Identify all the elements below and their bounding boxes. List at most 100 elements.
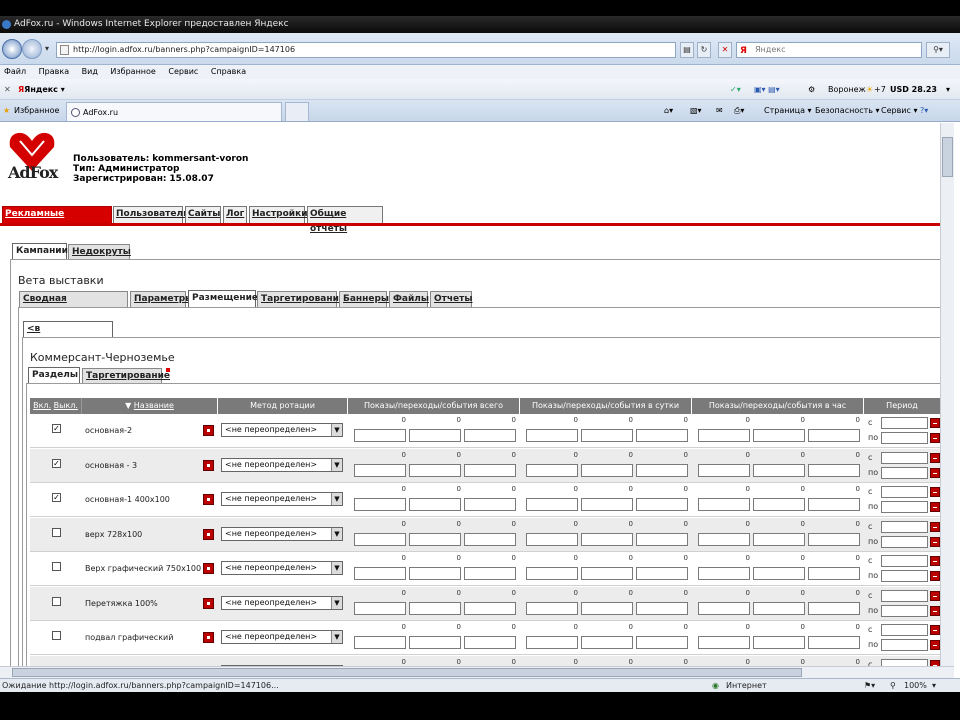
row-delete-icon[interactable]: [203, 494, 214, 505]
page-menu[interactable]: Страница ▾: [764, 100, 812, 122]
row-delete-icon[interactable]: [203, 563, 214, 574]
limit-input[interactable]: [354, 463, 406, 477]
history-dropdown-icon[interactable]: ▾: [40, 42, 54, 58]
menu-tools[interactable]: Сервис: [168, 67, 198, 76]
limit-input[interactable]: [636, 636, 688, 649]
limit-input[interactable]: [636, 429, 688, 442]
horizontal-scroll-thumb[interactable]: [12, 668, 802, 677]
period-from-input[interactable]: [881, 451, 928, 464]
limit-input[interactable]: [808, 498, 860, 511]
menu-edit[interactable]: Правка: [39, 67, 69, 76]
menu-view[interactable]: Вид: [82, 67, 98, 76]
calendar-icon[interactable]: [930, 590, 940, 601]
limit-input[interactable]: [526, 429, 578, 442]
limit-input[interactable]: [753, 429, 805, 442]
calendar-icon[interactable]: [930, 556, 940, 566]
limit-input[interactable]: [808, 429, 860, 442]
limit-input[interactable]: [354, 532, 406, 546]
tab-undershows[interactable]: Недокруты: [68, 244, 131, 260]
tab-reports-campaign[interactable]: Отчеты: [430, 291, 473, 307]
calendar-icon[interactable]: [930, 467, 940, 478]
limit-input[interactable]: [808, 601, 860, 615]
rotation-select[interactable]: <не переопределен> ▼: [221, 595, 343, 610]
new-tab-button[interactable]: [285, 102, 309, 121]
period-to-input[interactable]: [881, 501, 928, 513]
limit-input[interactable]: [581, 567, 633, 580]
limit-input[interactable]: [354, 601, 406, 615]
calendar-icon[interactable]: [930, 433, 940, 443]
search-go-icon[interactable]: ⚲▾: [926, 42, 950, 58]
page-tools-icon[interactable]: ▣▾ ▤▾: [754, 79, 780, 100]
temperature-label[interactable]: +7: [874, 79, 886, 100]
period-to-input[interactable]: [881, 535, 928, 548]
forward-button[interactable]: ›: [22, 39, 42, 59]
limit-input[interactable]: [808, 636, 860, 649]
limit-input[interactable]: [526, 636, 578, 649]
limit-input[interactable]: [636, 498, 688, 511]
period-to-input[interactable]: [881, 604, 928, 617]
limit-input[interactable]: [464, 567, 516, 580]
limit-input[interactable]: [753, 636, 805, 649]
limit-input[interactable]: [581, 601, 633, 615]
limit-input[interactable]: [526, 567, 578, 580]
tab-sections[interactable]: Разделы: [28, 367, 80, 384]
row-checkbox[interactable]: [52, 596, 61, 606]
limit-input[interactable]: [354, 498, 406, 511]
calendar-icon[interactable]: [930, 502, 940, 512]
search-input[interactable]: Я Яндекс: [736, 42, 922, 58]
limit-input[interactable]: [698, 532, 750, 546]
limit-input[interactable]: [464, 636, 516, 649]
calendar-icon[interactable]: [930, 625, 940, 635]
rotation-select[interactable]: <не переопределен> ▼: [221, 423, 343, 437]
vertical-scroll-thumb[interactable]: [942, 137, 953, 177]
row-checkbox[interactable]: ✓: [52, 424, 61, 433]
city-label[interactable]: Воронеж: [828, 79, 866, 100]
limit-input[interactable]: [581, 498, 633, 511]
limit-input[interactable]: [753, 567, 805, 580]
tab-campaigns[interactable]: Рекламные кампании: [2, 206, 112, 234]
limit-input[interactable]: [808, 532, 860, 546]
limit-input[interactable]: [409, 532, 461, 546]
tab-reports[interactable]: Общие отчеты: [307, 206, 383, 234]
limit-input[interactable]: [808, 567, 860, 580]
limit-input[interactable]: [581, 429, 633, 442]
tab-placement-targeting[interactable]: Таргетирование: [82, 368, 170, 384]
row-checkbox[interactable]: [52, 631, 61, 640]
zoom-dropdown-icon[interactable]: ▾: [932, 679, 936, 692]
limit-input[interactable]: [636, 532, 688, 546]
limit-input[interactable]: [753, 532, 805, 546]
menu-help[interactable]: Справка: [211, 67, 246, 76]
limit-input[interactable]: [464, 601, 516, 615]
yandex-more-icon[interactable]: ▾: [946, 79, 950, 100]
limit-input[interactable]: [409, 429, 461, 442]
limit-input[interactable]: [526, 601, 578, 615]
period-to-input[interactable]: [881, 570, 928, 582]
limit-input[interactable]: [464, 429, 516, 442]
period-to-input[interactable]: [881, 639, 928, 651]
calendar-icon[interactable]: [930, 536, 940, 547]
limit-input[interactable]: [464, 498, 516, 511]
limit-input[interactable]: [753, 463, 805, 477]
print-icon[interactable]: ⎙▾: [734, 100, 744, 122]
calendar-icon[interactable]: [930, 640, 940, 650]
limit-input[interactable]: [354, 567, 406, 580]
calendar-icon[interactable]: [930, 487, 940, 497]
calendar-icon[interactable]: [930, 452, 940, 463]
back-button[interactable]: ‹: [2, 39, 22, 59]
protected-mode-icon[interactable]: ⚑▾: [864, 679, 875, 692]
limit-input[interactable]: [581, 532, 633, 546]
tab-summary[interactable]: Сводная информация: [19, 291, 128, 318]
tab-placement[interactable]: Размещение: [188, 290, 258, 307]
tab-parameters[interactable]: Параметры: [130, 291, 193, 307]
limit-input[interactable]: [464, 463, 516, 477]
limit-input[interactable]: [698, 636, 750, 649]
limit-input[interactable]: [698, 498, 750, 511]
stop-icon[interactable]: ✕: [718, 42, 732, 58]
limit-input[interactable]: [753, 601, 805, 615]
home-icon[interactable]: ⌂▾: [664, 100, 673, 122]
tab-banners[interactable]: Баннеры: [339, 291, 389, 307]
limit-input[interactable]: [636, 601, 688, 615]
help-icon[interactable]: ?▾: [920, 100, 928, 122]
row-checkbox[interactable]: [52, 562, 61, 571]
period-from-input[interactable]: [881, 658, 928, 666]
